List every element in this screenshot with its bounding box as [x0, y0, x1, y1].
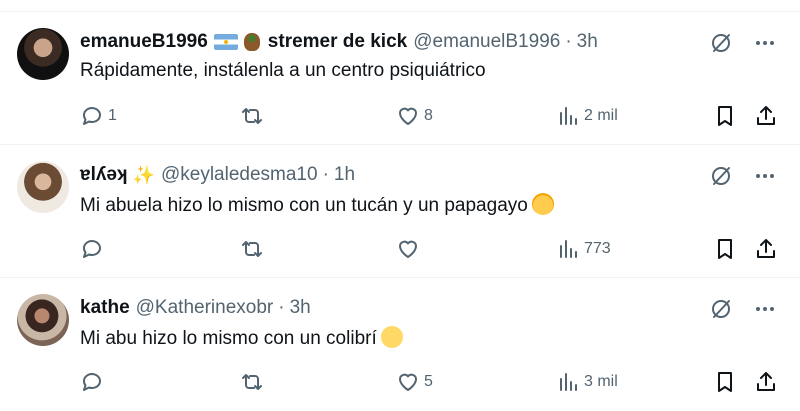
separator: ·: [565, 31, 572, 52]
like-icon: [399, 373, 417, 391]
share-icon: [757, 106, 775, 125]
reply-tweet[interactable]: ɐlʎǝʞ ✨ @keylaledesma10 · 1h Mi abuela h…: [0, 145, 800, 278]
more-icon[interactable]: [754, 298, 776, 320]
view-count: 2 mil: [584, 107, 618, 124]
share-icon: [757, 239, 775, 258]
display-name-suffix[interactable]: stremer de kick: [268, 31, 407, 53]
like-icon: [399, 240, 417, 258]
tweet-header: emanueB1996 stremer de kick @emanuelB199…: [80, 30, 598, 54]
retweet-button[interactable]: [240, 369, 268, 395]
reply-icon: [83, 373, 101, 391]
avatar[interactable]: [17, 28, 69, 80]
separator: ·: [278, 297, 285, 318]
retweet-button[interactable]: [240, 236, 268, 262]
more-icon[interactable]: [754, 165, 776, 187]
more-icon[interactable]: [754, 32, 776, 54]
tweet-top-icons: [710, 32, 776, 54]
views-icon: [560, 107, 577, 125]
retweet-button[interactable]: [240, 103, 268, 129]
reply-count: 1: [108, 107, 117, 124]
tweet-actions: 1 8 2 mil: [80, 103, 780, 129]
like-button[interactable]: 8: [396, 103, 433, 129]
reply-icon: [83, 240, 101, 258]
like-count: 8: [424, 107, 433, 124]
username[interactable]: @Katherinexobr: [136, 297, 274, 319]
bookmark-icon: [718, 106, 732, 126]
username[interactable]: @emanuelB1996: [413, 31, 560, 53]
username[interactable]: @keylaledesma10: [161, 164, 318, 186]
display-name[interactable]: emanueB1996: [80, 31, 208, 53]
display-name[interactable]: ɐlʎǝʞ: [80, 164, 128, 186]
bookmark-button[interactable]: [714, 103, 736, 129]
views-button[interactable]: 2 mil: [556, 103, 618, 129]
tweet-actions: 5 3 mil: [80, 369, 780, 395]
reply-button[interactable]: [80, 236, 108, 262]
timestamp[interactable]: 3h: [290, 297, 311, 319]
share-button[interactable]: [754, 103, 778, 129]
view-count: 773: [584, 240, 611, 257]
avatar[interactable]: [17, 161, 69, 213]
view-count: 3 mil: [584, 373, 618, 390]
like-button[interactable]: [396, 236, 424, 262]
views-button[interactable]: 773: [556, 236, 611, 262]
reply-tweet[interactable]: emanueB1996 stremer de kick @emanuelB199…: [0, 12, 800, 145]
share-button[interactable]: [754, 369, 778, 395]
previous-item-edge: [0, 0, 800, 12]
views-button[interactable]: 3 mil: [556, 369, 618, 395]
replies-feed: emanueB1996 stremer de kick @emanuelB199…: [0, 0, 800, 411]
tweet-text-line: Mi abuela hizo lo mismo con un tucán y u…: [80, 193, 554, 217]
timestamp[interactable]: 1h: [334, 164, 355, 186]
tweet-text: Mi abuela hizo lo mismo con un tucán y u…: [80, 195, 528, 216]
retweet-icon: [242, 241, 262, 257]
sparkles-icon: ✨: [132, 164, 155, 185]
like-icon: [399, 107, 417, 125]
share-button[interactable]: [754, 236, 778, 262]
bookmark-icon: [718, 372, 732, 392]
views-icon: [560, 240, 577, 258]
tweet-text-line: Mi abu hizo lo mismo con un colibrí: [80, 326, 403, 350]
share-icon: [757, 372, 775, 391]
tweet-actions: 773: [80, 236, 780, 262]
grok-icon[interactable]: [710, 298, 732, 320]
display-name[interactable]: kathe: [80, 297, 130, 319]
bookmark-button[interactable]: [714, 369, 736, 395]
retweet-icon: [242, 374, 262, 390]
rolling-laughing-emoji: [531, 193, 554, 215]
pleading-face-emoji: [380, 326, 403, 348]
tweet-header: kathe @Katherinexobr · 3h: [80, 296, 311, 320]
mate-icon: [243, 33, 260, 51]
timestamp[interactable]: 3h: [577, 31, 598, 53]
tweet-text: Rápidamente, instálenla a un centro psiq…: [80, 60, 486, 81]
tweet-top-icons: [710, 165, 776, 187]
retweet-icon: [242, 108, 262, 124]
bookmark-button[interactable]: [714, 236, 736, 262]
tweet-header: ɐlʎǝʞ ✨ @keylaledesma10 · 1h: [80, 163, 355, 187]
tweet-top-icons: [710, 298, 776, 320]
grok-icon[interactable]: [710, 32, 732, 54]
avatar[interactable]: [17, 294, 69, 346]
reply-icon: [83, 107, 101, 125]
like-count: 5: [424, 373, 433, 390]
separator: ·: [322, 164, 329, 185]
tweet-text: Mi abu hizo lo mismo con un colibrí: [80, 328, 377, 349]
reply-tweet[interactable]: kathe @Katherinexobr · 3h Mi abu hizo lo…: [0, 278, 800, 411]
like-button[interactable]: 5: [396, 369, 433, 395]
views-icon: [560, 373, 577, 391]
bookmark-icon: [718, 239, 732, 259]
reply-button[interactable]: [80, 369, 108, 395]
grok-icon[interactable]: [710, 165, 732, 187]
argentina-flag-icon: [213, 34, 238, 50]
reply-button[interactable]: 1: [80, 103, 117, 129]
